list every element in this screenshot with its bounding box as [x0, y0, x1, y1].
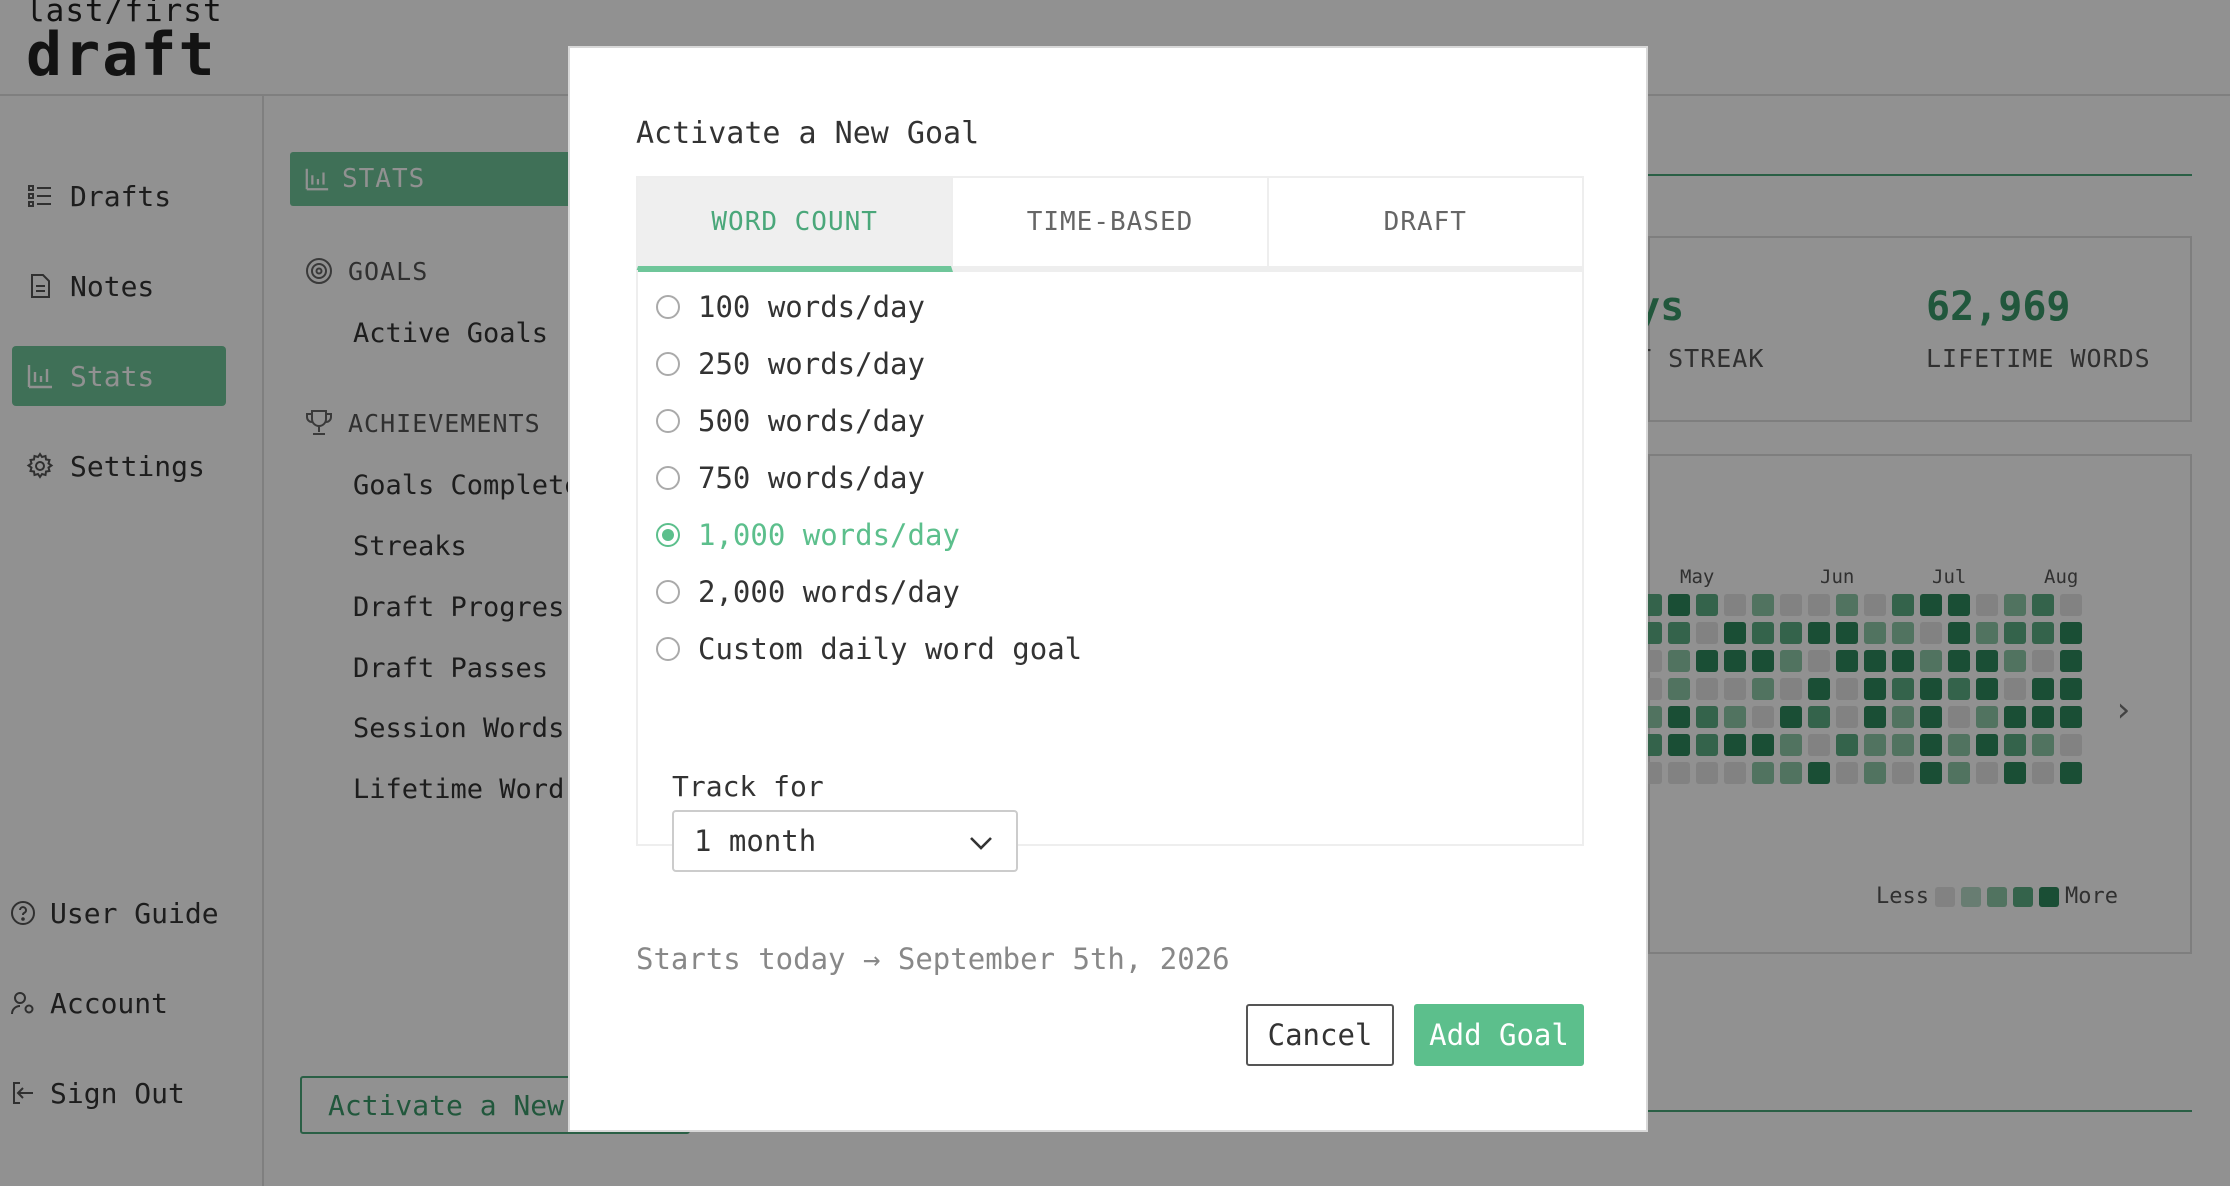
add-goal-button[interactable]: Add Goal — [1414, 1004, 1584, 1066]
tab-time-based[interactable]: TIME-BASED — [953, 176, 1269, 272]
radio-button[interactable] — [656, 466, 680, 490]
radio-button[interactable] — [656, 352, 680, 376]
goal-option-100[interactable]: 100 words/day — [656, 290, 925, 324]
goal-type-tabs: WORD COUNT TIME-BASED DRAFT — [636, 176, 1584, 272]
radio-button[interactable] — [656, 637, 680, 661]
goal-option-500[interactable]: 500 words/day — [656, 404, 925, 438]
track-duration-select[interactable]: 1 month — [672, 810, 1018, 872]
track-duration-value: 1 month — [694, 824, 817, 858]
word-count-panel: 100 words/day 250 words/day 500 words/da… — [636, 270, 1584, 872]
goal-option-label: 500 words/day — [698, 404, 925, 438]
goal-option-label: 750 words/day — [698, 461, 925, 495]
goal-date-range: Starts today → September 5th, 2026 — [636, 942, 1230, 976]
goal-option-1000[interactable]: 1,000 words/day — [656, 518, 960, 552]
goal-option-custom[interactable]: Custom daily word goal — [656, 632, 1082, 666]
activate-goal-modal: Activate a New Goal WORD COUNT TIME-BASE… — [568, 46, 1648, 1132]
goal-option-750[interactable]: 750 words/day — [656, 461, 925, 495]
chevron-down-icon — [970, 837, 992, 850]
goal-option-250[interactable]: 250 words/day — [656, 347, 925, 381]
cancel-button[interactable]: Cancel — [1246, 1004, 1394, 1066]
goal-option-label: 2,000 words/day — [698, 575, 960, 609]
modal-title: Activate a New Goal — [636, 116, 980, 151]
goal-option-label: 250 words/day — [698, 347, 925, 381]
tab-draft[interactable]: DRAFT — [1268, 176, 1584, 272]
radio-button[interactable] — [656, 580, 680, 604]
radio-button[interactable] — [656, 409, 680, 433]
radio-button[interactable] — [656, 295, 680, 319]
goal-option-label: 100 words/day — [698, 290, 925, 324]
track-for-label: Track for — [672, 770, 824, 803]
goal-option-label: 1,000 words/day — [698, 518, 960, 552]
tab-word-count[interactable]: WORD COUNT — [636, 176, 954, 272]
goal-option-2000[interactable]: 2,000 words/day — [656, 575, 960, 609]
radio-button[interactable] — [656, 523, 680, 547]
goal-option-label: Custom daily word goal — [698, 632, 1083, 666]
